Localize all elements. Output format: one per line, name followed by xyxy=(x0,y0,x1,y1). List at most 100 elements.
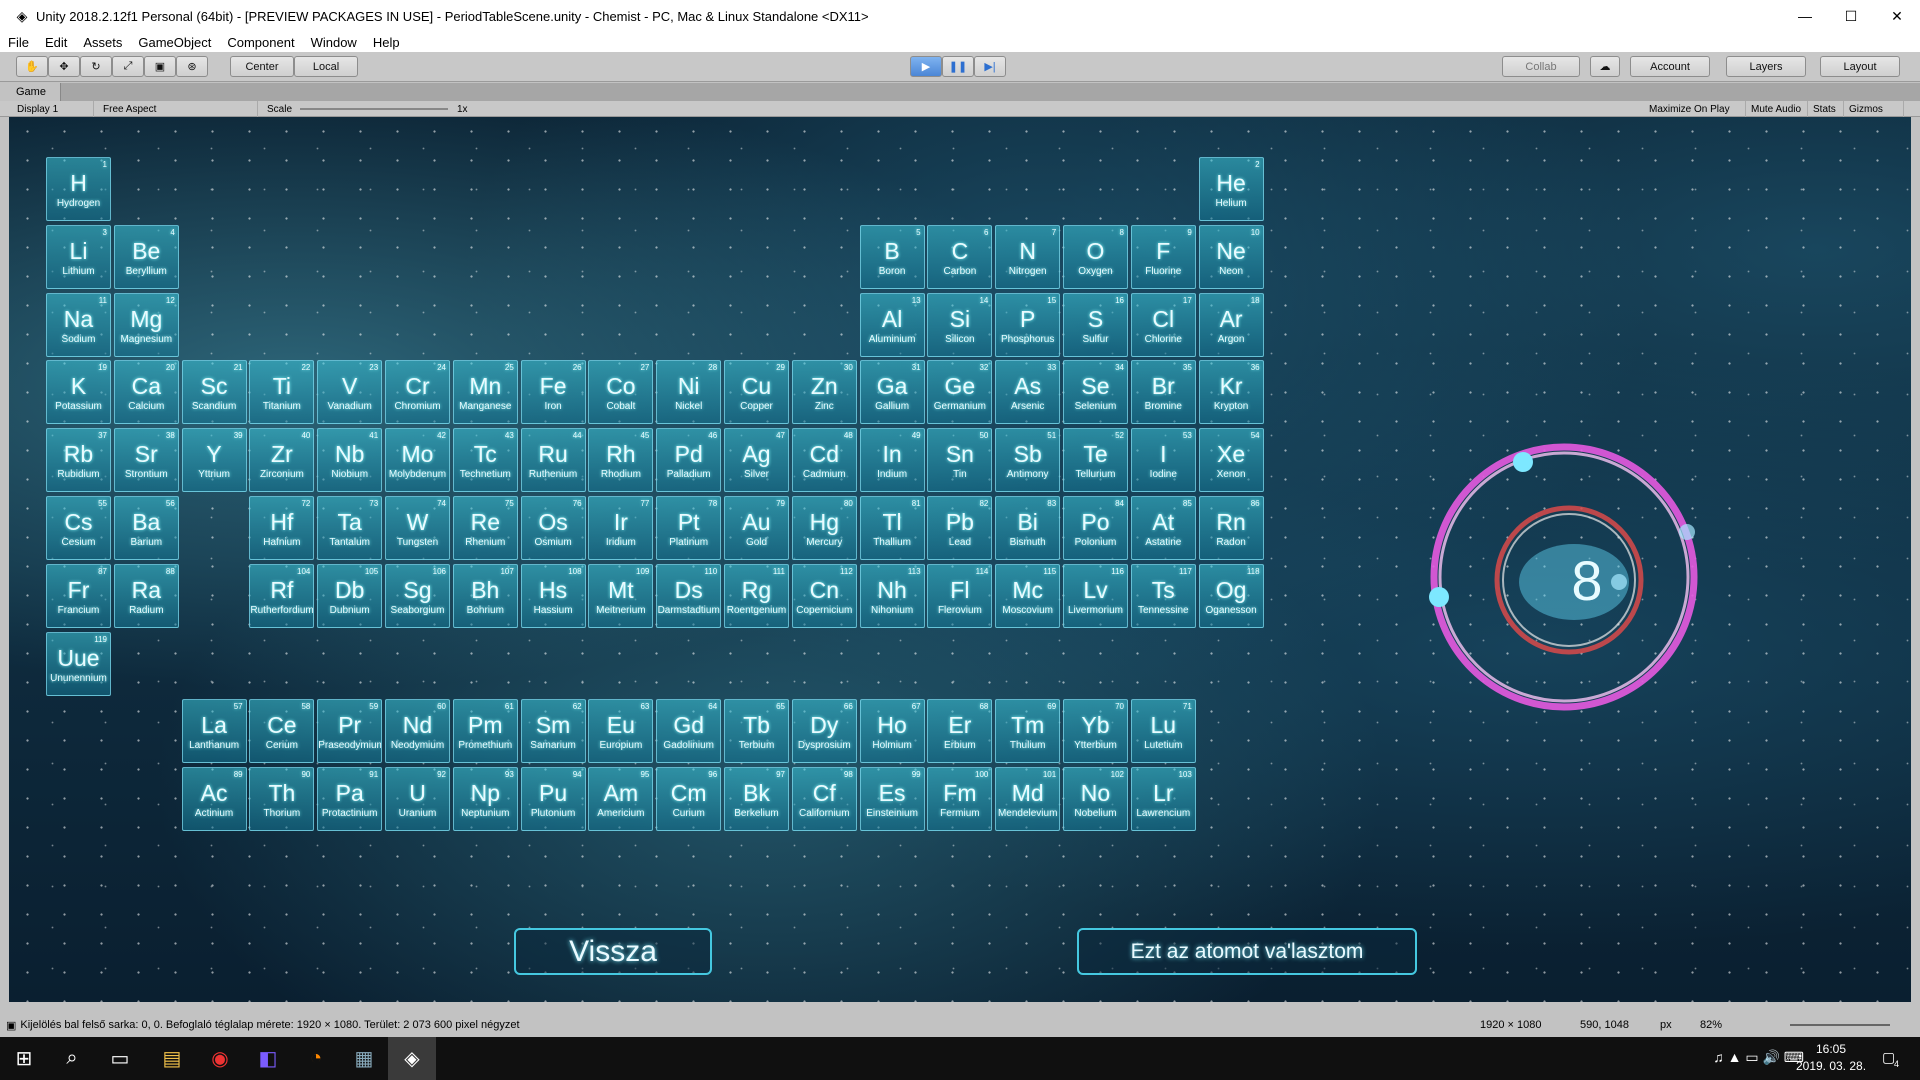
gizmos-dropdown[interactable]: Gizmos xyxy=(1844,101,1904,117)
element-tile-tl[interactable]: 81 Tl Thallium xyxy=(859,496,925,560)
element-tile-zn[interactable]: 30 Zn Zinc xyxy=(791,360,857,425)
element-tile-cr[interactable]: 24 Cr Chromium xyxy=(385,360,450,425)
element-tile-rb[interactable]: 37 Rb Rubidium xyxy=(46,428,111,493)
aspect-dropdown[interactable]: Free Aspect xyxy=(98,101,258,117)
element-tile-no[interactable]: 102 No Nobelium xyxy=(1063,767,1128,832)
menu-gameobject[interactable]: GameObject xyxy=(130,35,219,50)
element-tile-cn[interactable]: 112 Cn Copernicium xyxy=(791,563,857,628)
element-tile-ga[interactable]: 31 Ga Gallium xyxy=(859,360,925,425)
mute-audio-toggle[interactable]: Mute Audio xyxy=(1746,101,1808,117)
vivaldi-icon[interactable]: ◉ xyxy=(196,1037,244,1080)
element-tile-ar[interactable]: 18 Ar Argon xyxy=(1198,292,1264,357)
menu-window[interactable]: Window xyxy=(303,35,365,50)
element-tile-ru[interactable]: 44 Ru Ruthenium xyxy=(520,428,586,493)
element-tile-al[interactable]: 13 Al Aluminium xyxy=(859,292,925,357)
element-tile-sn[interactable]: 50 Sn Tin xyxy=(927,428,993,493)
pivot-center-button[interactable]: Center xyxy=(230,56,294,77)
element-tile-te[interactable]: 52 Te Tellurium xyxy=(1063,428,1128,493)
element-tile-am[interactable]: 95 Am Americium xyxy=(588,767,654,832)
element-tile-cm[interactable]: 96 Cm Curium xyxy=(656,767,722,832)
element-tile-v[interactable]: 23 V Vanadium xyxy=(317,360,383,425)
pivot-local-button[interactable]: Local xyxy=(294,56,358,77)
element-tile-cu[interactable]: 29 Cu Copper xyxy=(724,360,789,425)
element-tile-gd[interactable]: 64 Gd Gadolinium xyxy=(656,699,722,764)
element-tile-hs[interactable]: 108 Hs Hassium xyxy=(520,563,586,628)
tray-icons[interactable]: ♫ ▲ ▭ 🔊 ⌨ xyxy=(1664,1049,1804,1066)
element-tile-ra[interactable]: 88 Ra Radium xyxy=(113,563,179,628)
collab-button[interactable]: Collab xyxy=(1502,56,1580,77)
layers-dropdown[interactable]: Layers xyxy=(1726,56,1806,77)
back-button[interactable]: Vissza xyxy=(514,928,712,975)
element-tile-po[interactable]: 84 Po Polonium xyxy=(1063,496,1128,560)
scale-tool-icon[interactable]: ⤢ xyxy=(112,56,144,77)
element-tile-ho[interactable]: 67 Ho Holmium xyxy=(859,699,925,764)
element-tile-mg[interactable]: 12 Mg Magnesium xyxy=(113,292,179,357)
zoom-level[interactable]: 82% xyxy=(1700,1019,1722,1031)
element-tile-db[interactable]: 105 Db Dubnium xyxy=(317,563,383,628)
element-tile-si[interactable]: 14 Si Silicon xyxy=(927,292,993,357)
element-tile-ac[interactable]: 89 Ac Actinium xyxy=(181,767,247,832)
element-tile-tm[interactable]: 69 Tm Thulium xyxy=(995,699,1061,764)
element-tile-bh[interactable]: 107 Bh Bohrium xyxy=(452,563,518,628)
element-tile-rh[interactable]: 45 Rh Rhodium xyxy=(588,428,654,493)
element-tile-sm[interactable]: 62 Sm Samarium xyxy=(520,699,586,764)
element-tile-be[interactable]: 4 Be Beryllium xyxy=(113,224,179,289)
element-tile-b[interactable]: 5 B Boron xyxy=(859,224,925,289)
element-tile-rf[interactable]: 104 Rf Rutherfordium xyxy=(249,563,315,628)
stats-toggle[interactable]: Stats xyxy=(1808,101,1844,117)
menu-component[interactable]: Component xyxy=(219,35,302,50)
element-tile-lv[interactable]: 116 Lv Livermorium xyxy=(1063,563,1128,628)
rotate-tool-icon[interactable]: ↻ xyxy=(80,56,112,77)
element-tile-br[interactable]: 35 Br Bromine xyxy=(1130,360,1196,425)
element-tile-np[interactable]: 93 Np Neptunium xyxy=(452,767,518,832)
search-icon[interactable]: ⌕ xyxy=(48,1037,96,1080)
element-tile-f[interactable]: 9 F Fluorine xyxy=(1130,224,1196,289)
element-tile-at[interactable]: 85 At Astatine xyxy=(1130,496,1196,560)
transform-tool-icon[interactable]: ⊛ xyxy=(176,56,208,77)
menu-help[interactable]: Help xyxy=(365,35,408,50)
cloud-icon[interactable]: ☁ xyxy=(1590,56,1620,77)
element-tile-ts[interactable]: 117 Ts Tennessine xyxy=(1130,563,1196,628)
element-tile-y[interactable]: 39 Y Yttrium xyxy=(181,428,247,493)
element-tile-li[interactable]: 3 Li Lithium xyxy=(46,224,111,289)
element-tile-sb[interactable]: 51 Sb Antimony xyxy=(995,428,1061,493)
element-tile-mc[interactable]: 115 Mc Moscovium xyxy=(995,563,1061,628)
step-button[interactable]: ▶| xyxy=(974,56,1006,77)
blender-icon[interactable]: ◔ xyxy=(292,1037,340,1080)
close-button[interactable]: ✕ xyxy=(1874,0,1920,32)
element-tile-nb[interactable]: 41 Nb Niobium xyxy=(317,428,383,493)
element-tile-ti[interactable]: 22 Ti Titanium xyxy=(249,360,315,425)
zoom-slider[interactable] xyxy=(1790,1024,1890,1026)
element-tile-mo[interactable]: 42 Mo Molybdenum xyxy=(385,428,450,493)
element-tile-ta[interactable]: 73 Ta Tantalum xyxy=(317,496,383,560)
element-tile-pb[interactable]: 82 Pb Lead xyxy=(927,496,993,560)
element-tile-lr[interactable]: 103 Lr Lawrencium xyxy=(1130,767,1196,832)
element-tile-yb[interactable]: 70 Yb Ytterbium xyxy=(1063,699,1128,764)
element-tile-re[interactable]: 75 Re Rhenium xyxy=(452,496,518,560)
element-tile-kr[interactable]: 36 Kr Krypton xyxy=(1198,360,1264,425)
element-tile-er[interactable]: 68 Er Erbium xyxy=(927,699,993,764)
element-tile-p[interactable]: 15 P Phosphorus xyxy=(995,292,1061,357)
maximize-button[interactable]: ☐ xyxy=(1828,0,1874,32)
element-tile-fm[interactable]: 100 Fm Fermium xyxy=(927,767,993,832)
element-tile-eu[interactable]: 63 Eu Europium xyxy=(588,699,654,764)
element-tile-mn[interactable]: 25 Mn Manganese xyxy=(452,360,518,425)
element-tile-sr[interactable]: 38 Sr Strontium xyxy=(113,428,179,493)
element-tile-ba[interactable]: 56 Ba Barium xyxy=(113,496,179,560)
menu-assets[interactable]: Assets xyxy=(75,35,130,50)
hand-tool-icon[interactable]: ✋ xyxy=(16,56,48,77)
element-tile-he[interactable]: 2 He Helium xyxy=(1198,157,1264,221)
element-tile-lu[interactable]: 71 Lu Lutetium xyxy=(1130,699,1196,764)
element-tile-s[interactable]: 16 S Sulfur xyxy=(1063,292,1128,357)
element-tile-fr[interactable]: 87 Fr Francium xyxy=(46,563,111,628)
element-tile-md[interactable]: 101 Md Mendelevium xyxy=(995,767,1061,832)
element-tile-pu[interactable]: 94 Pu Plutonium xyxy=(520,767,586,832)
element-tile-cd[interactable]: 48 Cd Cadmium xyxy=(791,428,857,493)
element-tile-sc[interactable]: 21 Sc Scandium xyxy=(181,360,247,425)
element-tile-o[interactable]: 8 O Oxygen xyxy=(1063,224,1128,289)
minimize-button[interactable]: — xyxy=(1782,0,1828,32)
element-tile-pm[interactable]: 61 Pm Promethium xyxy=(452,699,518,764)
element-tile-i[interactable]: 53 I Iodine xyxy=(1130,428,1196,493)
tab-game[interactable]: Game xyxy=(0,83,61,101)
unity-taskbar-icon[interactable]: ◈ xyxy=(388,1037,436,1080)
